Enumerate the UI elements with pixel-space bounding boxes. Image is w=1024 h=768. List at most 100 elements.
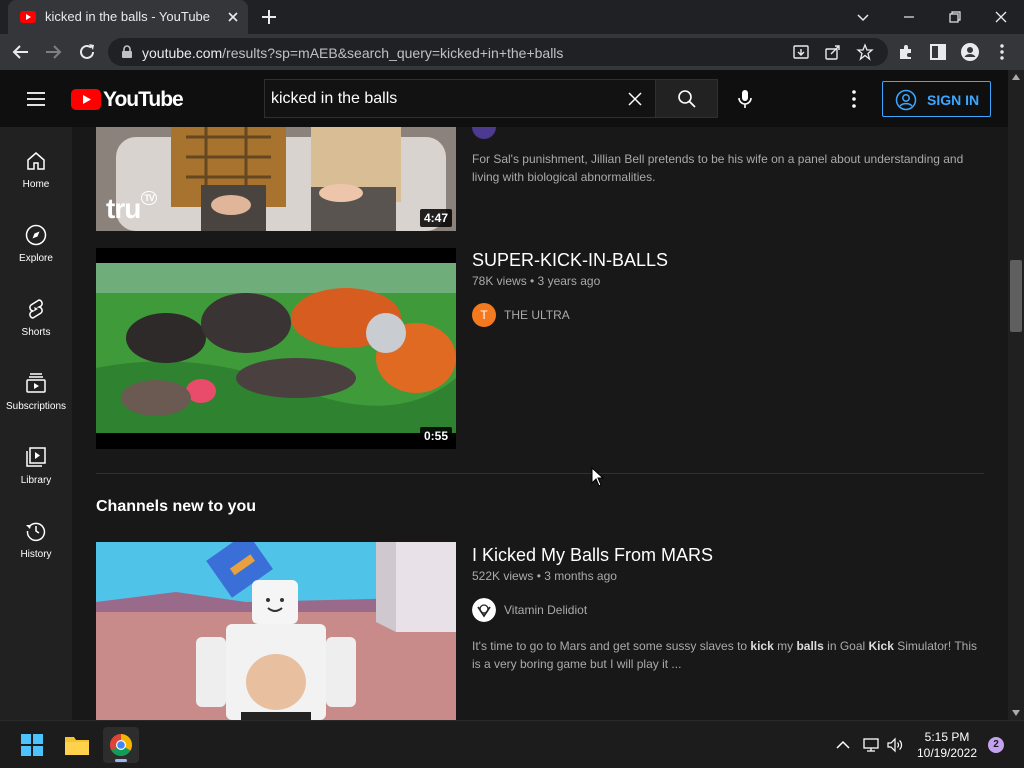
search-input[interactable]: kicked in the balls bbox=[264, 79, 655, 118]
folder-icon bbox=[65, 737, 89, 755]
section-title: Channels new to you bbox=[96, 498, 257, 515]
channel-avatar[interactable] bbox=[472, 127, 496, 139]
nav-item-library[interactable]: Library bbox=[0, 423, 72, 497]
video-thumbnail[interactable] bbox=[96, 542, 456, 720]
windows-start-icon bbox=[21, 734, 43, 756]
nav-item-history[interactable]: History bbox=[0, 497, 72, 571]
profile-icon[interactable] bbox=[960, 42, 980, 62]
video-description: It's time to go to Mars and get some sus… bbox=[472, 639, 978, 671]
video-title[interactable]: SUPER-KICK-IN-BALLS bbox=[472, 250, 668, 271]
nav-label-library: Library bbox=[20, 475, 52, 486]
nav-label-subscriptions: Subscriptions bbox=[5, 401, 67, 412]
channel-name[interactable]: Vitamin Delidiot bbox=[504, 603, 587, 617]
channel-avatar[interactable] bbox=[472, 598, 496, 622]
search-icon bbox=[678, 90, 696, 108]
video-title[interactable]: I Kicked My Balls From MARS bbox=[472, 545, 713, 566]
nav-item-home[interactable]: Home bbox=[0, 127, 72, 201]
left-nav: Home Explore Shorts Subscriptions Librar… bbox=[0, 127, 72, 720]
lock-icon[interactable] bbox=[120, 45, 134, 59]
nav-item-shorts[interactable]: Shorts bbox=[0, 275, 72, 349]
minimize-icon[interactable] bbox=[898, 6, 920, 28]
video-duration: 0:55 bbox=[419, 427, 452, 445]
youtube-favicon-icon bbox=[20, 11, 36, 23]
windows-taskbar: 5:15 PM 10/19/2022 2 bbox=[0, 720, 1024, 768]
nav-item-subscriptions[interactable]: Subscriptions bbox=[0, 349, 72, 423]
video-meta: 78K views • 3 years ago bbox=[472, 274, 601, 288]
shorts-icon bbox=[29, 299, 43, 319]
channel-avatar[interactable]: T bbox=[472, 303, 496, 327]
chrome-taskbar-button[interactable] bbox=[103, 727, 139, 763]
browser-menu-icon[interactable] bbox=[992, 42, 1012, 62]
active-app-indicator bbox=[115, 759, 127, 762]
tab-close-icon[interactable] bbox=[225, 9, 241, 25]
hamburger-menu-icon[interactable] bbox=[24, 89, 48, 109]
scroll-up-arrow-icon[interactable] bbox=[1012, 74, 1020, 80]
nav-label-home: Home bbox=[22, 179, 50, 190]
clear-search-icon[interactable] bbox=[627, 91, 643, 107]
network-icon[interactable] bbox=[862, 736, 880, 754]
search-results: tru TV 4:47 For Sal's punishment, Jillian… bbox=[72, 127, 1008, 720]
more-options-icon[interactable] bbox=[842, 87, 866, 111]
microphone-icon[interactable] bbox=[733, 87, 757, 111]
search-query-text: kicked in the balls bbox=[271, 90, 398, 107]
library-icon bbox=[26, 447, 46, 467]
youtube-logo[interactable]: YouTube bbox=[71, 88, 184, 112]
nav-label-explore: Explore bbox=[19, 253, 53, 264]
url-text: youtube.com/results?sp=mAEB&search_query… bbox=[142, 45, 564, 61]
sign-in-button[interactable]: SIGN IN bbox=[882, 81, 991, 117]
trutv-logo: tru TV bbox=[106, 191, 157, 225]
side-panel-icon[interactable] bbox=[928, 42, 948, 62]
scroll-down-arrow-icon[interactable] bbox=[1012, 710, 1020, 716]
notification-badge[interactable]: 2 bbox=[988, 737, 1004, 753]
browser-toolbar: youtube.com/results?sp=mAEB&search_query… bbox=[0, 34, 1024, 70]
back-icon[interactable] bbox=[10, 41, 32, 63]
home-icon bbox=[27, 152, 45, 170]
video-description: For Sal's punishment, Jillian Bell prete… bbox=[472, 152, 964, 184]
scrollbar-thumb[interactable] bbox=[1010, 260, 1022, 332]
close-window-icon[interactable] bbox=[990, 6, 1012, 28]
video-duration: 4:47 bbox=[419, 209, 452, 227]
taskbar-clock[interactable]: 5:15 PM 10/19/2022 bbox=[912, 729, 982, 761]
history-icon bbox=[26, 522, 46, 542]
thumbnail-image bbox=[96, 542, 456, 720]
clock-time: 5:15 PM bbox=[924, 730, 970, 744]
browser-tabstrip: kicked in the balls - YouTube bbox=[0, 0, 1024, 34]
page-scrollbar[interactable] bbox=[1008, 70, 1024, 720]
account-icon bbox=[895, 89, 917, 111]
youtube-header: YouTube kicked in the balls SIGN IN bbox=[0, 70, 1008, 127]
sign-in-label: SIGN IN bbox=[927, 92, 980, 108]
nav-label-history: History bbox=[20, 549, 52, 560]
reload-icon[interactable] bbox=[76, 41, 98, 63]
video-thumbnail[interactable]: 0:55 bbox=[96, 248, 456, 449]
section-divider bbox=[96, 473, 984, 474]
share-icon[interactable] bbox=[824, 43, 842, 61]
new-tab-icon[interactable] bbox=[260, 8, 278, 26]
browser-tab[interactable]: kicked in the balls - YouTube bbox=[8, 0, 248, 34]
thumbnail-image bbox=[96, 248, 456, 449]
nav-label-shorts: Shorts bbox=[21, 327, 51, 338]
video-meta: 522K views • 3 months ago bbox=[472, 569, 617, 583]
channel-name[interactable]: THE ULTRA bbox=[504, 308, 570, 322]
chrome-icon bbox=[110, 734, 132, 756]
subscriptions-icon bbox=[26, 373, 46, 393]
bookmark-star-icon[interactable] bbox=[856, 43, 874, 61]
mouse-cursor-icon bbox=[591, 467, 605, 487]
extensions-icon[interactable] bbox=[896, 42, 916, 62]
volume-icon[interactable] bbox=[886, 736, 904, 754]
search-button[interactable] bbox=[655, 79, 718, 118]
tray-chevron-icon[interactable] bbox=[834, 736, 852, 754]
clock-date: 10/19/2022 bbox=[916, 746, 978, 760]
restore-icon[interactable] bbox=[944, 6, 966, 28]
youtube-logo-text: YouTube bbox=[103, 88, 184, 111]
video-thumbnail[interactable]: tru TV 4:47 bbox=[96, 127, 456, 231]
start-button[interactable] bbox=[14, 727, 50, 763]
forward-icon[interactable] bbox=[42, 41, 64, 63]
address-bar[interactable]: youtube.com/results?sp=mAEB&search_query… bbox=[108, 38, 888, 66]
file-explorer-button[interactable] bbox=[59, 727, 95, 763]
tab-search-icon[interactable] bbox=[852, 6, 874, 28]
install-app-icon[interactable] bbox=[792, 43, 810, 61]
compass-icon bbox=[25, 224, 47, 246]
nav-item-explore[interactable]: Explore bbox=[0, 201, 72, 275]
youtube-logo-icon bbox=[71, 89, 101, 110]
tab-title: kicked in the balls - YouTube bbox=[45, 9, 211, 24]
